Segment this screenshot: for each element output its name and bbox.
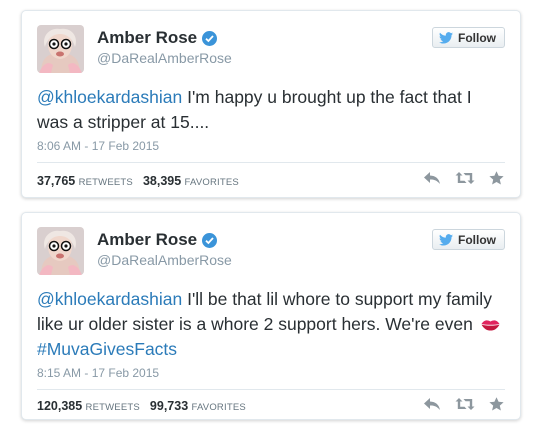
user-handle[interactable]: @DaRealAmberRose [97,50,232,66]
follow-label: Follow [458,232,496,247]
divider [37,162,505,163]
follow-button[interactable]: Follow [432,229,505,250]
star-icon[interactable] [489,397,504,411]
retweet-icon[interactable] [455,171,475,185]
divider [37,389,505,390]
user-name-text[interactable]: Amber Rose [97,28,197,48]
mention-link[interactable]: @khloekardashian [37,289,182,309]
tweet-stats: 120,385 RETWEETS 99,733 FAVORITES [37,399,246,413]
reply-icon[interactable] [423,397,441,411]
follow-button[interactable]: Follow [432,27,505,48]
twitter-bird-icon [439,233,453,246]
favorite-count-label[interactable]: FAVORITES [192,402,246,413]
avatar[interactable] [37,227,84,275]
retweet-count-label[interactable]: RETWEETS [86,402,140,413]
favorite-count-value[interactable]: 99,733 [150,399,188,413]
tweet-text: @khloekardashian I'll be that lil whore … [37,287,506,362]
retweet-count[interactable]: 120,385 RETWEETS [37,399,140,413]
retweet-count-value[interactable]: 120,385 [37,399,82,413]
verified-badge-icon [202,30,218,46]
user-name[interactable]: Amber Rose [97,28,218,48]
favorite-count-value[interactable]: 38,395 [143,174,181,188]
retweet-count[interactable]: 37,765 RETWEETS [37,174,133,188]
favorite-count[interactable]: 38,395 FAVORITES [143,174,239,188]
user-name-text[interactable]: Amber Rose [97,230,197,250]
verified-badge-icon [202,232,218,248]
retweet-count-value[interactable]: 37,765 [37,174,75,188]
user-handle[interactable]: @DaRealAmberRose [97,252,232,268]
reply-icon[interactable] [423,171,441,185]
avatar[interactable] [37,25,84,73]
mention-link[interactable]: @khloekardashian [37,87,182,107]
user-name[interactable]: Amber Rose [97,230,218,250]
retweet-count-label[interactable]: RETWEETS [79,177,133,188]
retweet-icon[interactable] [455,397,475,411]
star-icon[interactable] [489,171,504,185]
tweet-stats: 37,765 RETWEETS 38,395 FAVORITES [37,174,239,188]
tweet-timestamp[interactable]: 8:06 AM - 17 Feb 2015 [37,139,159,153]
twitter-bird-icon [439,31,453,44]
tweet-actions [423,171,504,185]
favorite-count-label[interactable]: FAVORITES [185,177,239,188]
tweet-card: Amber Rose @DaRealAmberRose Follow @khlo… [21,212,521,420]
tweet-text: @khloekardashian I'm happy u brought up … [37,85,506,135]
tweet-actions [423,397,504,411]
favorite-count[interactable]: 99,733 FAVORITES [150,399,246,413]
lips-emoji-icon [481,313,500,331]
tweet-timestamp[interactable]: 8:15 AM - 17 Feb 2015 [37,366,159,380]
hashtag-link[interactable]: #MuvaGivesFacts [37,339,177,359]
tweet-card: Amber Rose @DaRealAmberRose Follow @khlo… [21,10,521,198]
follow-label: Follow [458,30,496,45]
